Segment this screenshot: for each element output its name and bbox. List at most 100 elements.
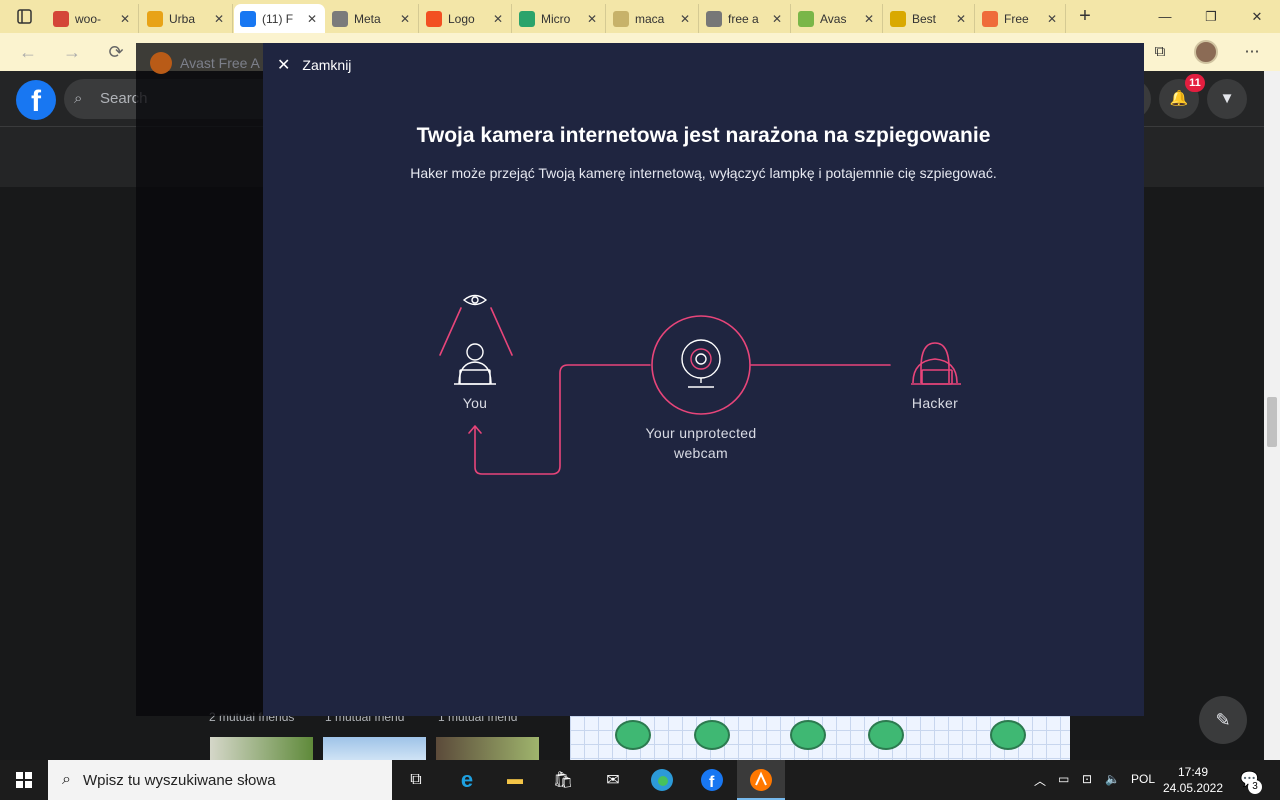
view-cone-line bbox=[490, 307, 513, 356]
notification-badge: 11 bbox=[1185, 74, 1205, 92]
new-tab-button[interactable]: + bbox=[1074, 6, 1096, 28]
friend-suggestion-photo[interactable] bbox=[436, 737, 539, 760]
tab-close-button[interactable]: ✕ bbox=[212, 12, 226, 26]
tab-close-button[interactable]: ✕ bbox=[398, 12, 412, 26]
search-icon bbox=[706, 10, 722, 27]
tab-close-button[interactable]: ✕ bbox=[862, 12, 876, 26]
browser-tab[interactable]: Logo ✕ bbox=[420, 4, 512, 33]
urban-dictionary-icon bbox=[147, 10, 163, 27]
minimize-button[interactable]: — bbox=[1142, 0, 1188, 33]
show-hidden-icons-button[interactable]: ︿ bbox=[1034, 772, 1046, 789]
browser-tab[interactable]: free a ✕ bbox=[700, 4, 791, 33]
tab-title: Free bbox=[1004, 11, 1029, 26]
profile-avatar[interactable] bbox=[1194, 40, 1218, 64]
browser-tab[interactable]: Urba ✕ bbox=[141, 4, 233, 33]
input-language[interactable]: POL bbox=[1131, 772, 1155, 786]
start-button[interactable] bbox=[0, 760, 48, 800]
facebook-app-icon[interactable]: f bbox=[697, 765, 727, 795]
browser-tab[interactable]: Micro ✕ bbox=[513, 4, 606, 33]
meta-icon bbox=[332, 10, 348, 27]
user-icon bbox=[454, 343, 496, 385]
clock-time: 17:49 bbox=[1177, 765, 1209, 779]
tab-title: maca bbox=[635, 11, 665, 26]
tab-close-button[interactable]: ✕ bbox=[305, 12, 319, 26]
monster-illustration bbox=[615, 720, 651, 750]
monster-illustration bbox=[694, 720, 730, 750]
tab-title: Best bbox=[912, 11, 937, 26]
tab-actions-icon bbox=[17, 9, 32, 24]
battery-icon[interactable]: ▭ bbox=[1058, 772, 1069, 786]
network-icon[interactable]: ⊡ bbox=[1082, 772, 1092, 786]
tab-title: (11) F bbox=[262, 11, 294, 26]
you-label: You bbox=[462, 395, 488, 411]
browser-tab[interactable]: woo- ✕ bbox=[47, 4, 139, 33]
search-icon: ⌕ bbox=[62, 771, 71, 788]
avast-titlebar: Avast Free A bbox=[150, 51, 260, 75]
tab-close-button[interactable]: ✕ bbox=[770, 12, 784, 26]
taskbar-search-placeholder: Wpisz tu wyszukiwane słowa bbox=[82, 771, 276, 789]
view-cone-line bbox=[439, 307, 462, 356]
tab-close-button[interactable]: ✕ bbox=[491, 12, 505, 26]
facebook-logo[interactable]: f bbox=[16, 80, 56, 120]
webcam-label-line1: Your unprotected bbox=[645, 425, 757, 441]
browser-tab[interactable]: (11) F ✕ bbox=[234, 4, 325, 33]
gmail-icon bbox=[53, 10, 69, 27]
tab-strip: woo- ✕ Urba ✕ (11) F ✕ Meta ✕ Logo ✕ Micro ✕ maca ✕ fr… bbox=[0, 0, 1280, 33]
microsoft-store-icon[interactable]: 🛍 bbox=[548, 765, 578, 795]
volume-icon[interactable]: 🔈 bbox=[1105, 772, 1120, 786]
refresh-button[interactable]: ⟳ bbox=[102, 39, 130, 65]
edge-icon[interactable] bbox=[647, 765, 677, 795]
tab-close-button[interactable]: ✕ bbox=[118, 12, 132, 26]
file-explorer-icon[interactable]: ▬ bbox=[500, 765, 530, 795]
account-menu-button[interactable]: ▼ bbox=[1207, 79, 1247, 119]
friend-suggestion-photo[interactable] bbox=[323, 737, 426, 760]
tab-title: Logo bbox=[448, 11, 475, 26]
tab-actions-button[interactable] bbox=[8, 6, 40, 28]
browser-tab[interactable]: Meta ✕ bbox=[326, 4, 419, 33]
avast-webcam-warning-modal: ✕ Zamknij Twoja kamera internetowa jest … bbox=[263, 43, 1144, 716]
back-button[interactable]: ← bbox=[14, 39, 42, 65]
tab-title: free a bbox=[728, 11, 759, 26]
edge-icon bbox=[519, 10, 535, 27]
browser-tab[interactable]: Best ✕ bbox=[884, 4, 975, 33]
browser-tab[interactable]: Free ✕ bbox=[976, 4, 1066, 33]
search-icon: ⌕ bbox=[74, 90, 83, 107]
webcam-circle bbox=[651, 315, 751, 415]
forward-button[interactable]: → bbox=[58, 39, 86, 65]
bing-icon bbox=[613, 10, 629, 27]
facebook-icon bbox=[240, 10, 256, 27]
clock-date: 24.05.2022 bbox=[1162, 781, 1224, 795]
internet-explorer-icon[interactable]: e bbox=[452, 765, 482, 795]
svg-text:f: f bbox=[709, 774, 715, 791]
tab-title: Avas bbox=[820, 11, 847, 26]
tab-close-button[interactable]: ✕ bbox=[1045, 12, 1059, 26]
action-center-badge: 3 bbox=[1248, 780, 1262, 794]
collections-button[interactable]: ⧉ bbox=[1146, 39, 1174, 65]
tab-close-button[interactable]: ✕ bbox=[954, 12, 968, 26]
hacker-label: Hacker bbox=[911, 395, 959, 411]
close-window-button[interactable]: ✕ bbox=[1234, 0, 1280, 33]
compose-message-button[interactable]: ✎ bbox=[1199, 696, 1247, 744]
microsoft-icon bbox=[426, 10, 442, 27]
taskbar: ⌕ Wpisz tu wyszukiwane słowa ⧉ e ▬ 🛍 ✉ f… bbox=[0, 760, 1280, 800]
monster-illustration bbox=[990, 720, 1026, 750]
webcam-threat-diagram bbox=[439, 294, 961, 475]
hacker-icon bbox=[911, 342, 961, 385]
system-clock[interactable]: 17:49 24.05.2022 bbox=[1158, 764, 1228, 796]
taskbar-search-box[interactable]: ⌕ Wpisz tu wyszukiwane słowa bbox=[48, 760, 392, 800]
mail-icon[interactable]: ✉ bbox=[598, 765, 628, 795]
settings-more-button[interactable]: ⋯ bbox=[1238, 39, 1266, 65]
page-scrollbar-thumb[interactable] bbox=[1267, 397, 1277, 447]
tab-title: Urba bbox=[169, 11, 196, 26]
tab-title: Meta bbox=[354, 11, 381, 26]
browser-tab[interactable]: Avas ✕ bbox=[792, 4, 883, 33]
tab-close-button[interactable]: ✕ bbox=[585, 12, 599, 26]
maximize-button[interactable]: ❐ bbox=[1188, 0, 1234, 33]
browser-tab[interactable]: maca ✕ bbox=[607, 4, 699, 33]
tab-close-button[interactable]: ✕ bbox=[678, 12, 692, 26]
task-view-icon[interactable]: ⧉ bbox=[401, 765, 431, 795]
avast-taskbar-icon[interactable] bbox=[746, 765, 776, 795]
friend-suggestion-photo[interactable] bbox=[210, 737, 313, 760]
monster-illustration bbox=[868, 720, 904, 750]
monster-illustration bbox=[790, 720, 826, 750]
